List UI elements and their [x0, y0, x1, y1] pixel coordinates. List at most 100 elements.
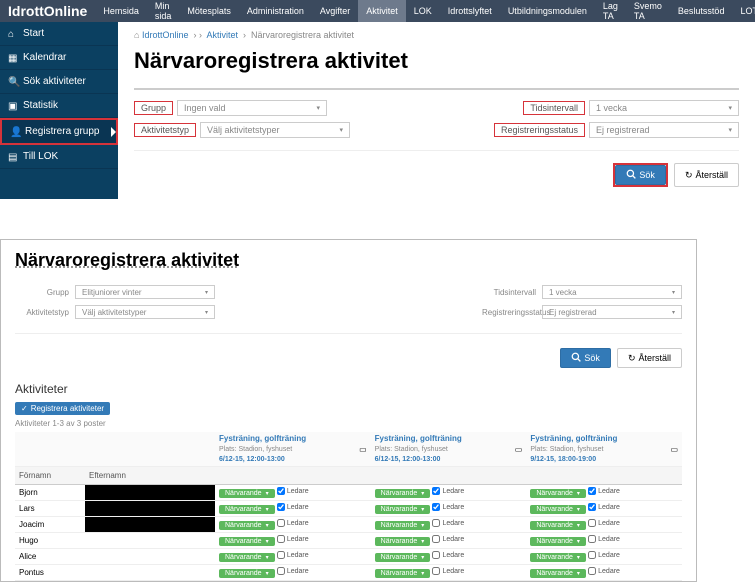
- table-row: JoacimNärvarande LedareNärvarande Ledare…: [15, 517, 682, 533]
- attendance-select[interactable]: Närvarande: [530, 553, 586, 562]
- col-fornamn: Förnamn: [15, 467, 85, 485]
- p2-tidsintervall-select[interactable]: 1 vecka: [542, 285, 682, 299]
- page-title: Närvaroregistrera aktivitet: [134, 48, 739, 74]
- attendance-select[interactable]: Närvarande: [530, 569, 586, 578]
- session-header-1: Fysträning, golfträning Plats: Stadion, …: [215, 432, 355, 467]
- grupp-label: Grupp: [134, 101, 173, 115]
- p2-registreringsstatus-select[interactable]: Ej registrerad: [542, 305, 682, 319]
- search-icon: [626, 169, 636, 181]
- ledare-checkbox[interactable]: [277, 519, 285, 527]
- topnav-hemsida[interactable]: Hemsida: [95, 0, 147, 22]
- topnav-administration[interactable]: Administration: [239, 0, 312, 22]
- attendance-select[interactable]: Närvarande: [219, 505, 275, 514]
- attendance-table: Fysträning, golfträning Plats: Stadion, …: [15, 432, 682, 581]
- ledare-checkbox[interactable]: [277, 551, 285, 559]
- collapse-icon[interactable]: ▭: [359, 445, 367, 454]
- ledare-checkbox[interactable]: [588, 503, 596, 511]
- topnav-svemo ta[interactable]: Svemo TA: [626, 0, 670, 22]
- topnav-min sida[interactable]: Min sida: [147, 0, 180, 22]
- sidebar-item-till-lok[interactable]: ▤Till LOK: [0, 145, 118, 169]
- attendance-select[interactable]: Närvarande: [530, 537, 586, 546]
- result-panel: Närvaroregistrera aktivitet Grupp Elitju…: [0, 239, 697, 582]
- p2-aterstall-button[interactable]: ↻ Återställ: [617, 348, 682, 368]
- ledare-checkbox[interactable]: [432, 487, 440, 495]
- ledare-checkbox[interactable]: [432, 535, 440, 543]
- col-efternamn: Efternamn: [85, 467, 135, 485]
- attendance-select[interactable]: Närvarande: [530, 505, 586, 514]
- ledare-checkbox[interactable]: [588, 551, 596, 559]
- ledare-checkbox[interactable]: [588, 487, 596, 495]
- activities-count: Aktiviteter 1-3 av 3 poster: [15, 419, 682, 428]
- person-fornamn: Pontus: [15, 565, 85, 581]
- table-row: BjornNärvarande LedareNärvarande LedareN…: [15, 485, 682, 501]
- attendance-select[interactable]: Närvarande: [375, 569, 431, 578]
- table-row: AliceNärvarande LedareNärvarande LedareN…: [15, 549, 682, 565]
- ledare-checkbox[interactable]: [432, 551, 440, 559]
- activities-heading: Aktiviteter: [15, 382, 682, 396]
- registreringsstatus-select[interactable]: Ej registrerad: [589, 122, 739, 138]
- registreringsstatus-label: Registreringsstatus: [494, 123, 585, 137]
- attendance-select[interactable]: Närvarande: [219, 569, 275, 578]
- topnav-lag ta[interactable]: Lag TA: [595, 0, 626, 22]
- topnav-lots[interactable]: LOTS: [732, 0, 755, 22]
- person-fornamn: Bjorn: [15, 485, 85, 501]
- topnav-lok[interactable]: LOK: [406, 0, 440, 22]
- p2-grupp-select[interactable]: Elitjuniorer vinter: [75, 285, 215, 299]
- topnav-mötesplats[interactable]: Mötesplats: [179, 0, 239, 22]
- topnav-idrottslyftet[interactable]: Idrottslyftet: [440, 0, 500, 22]
- tidsintervall-select[interactable]: 1 vecka: [589, 100, 739, 116]
- sidebar-item-sök-aktiviteter[interactable]: 🔍Sök aktiviteter: [0, 70, 118, 94]
- collapse-icon[interactable]: ▭: [515, 445, 523, 454]
- ledare-checkbox[interactable]: [588, 535, 596, 543]
- attendance-select[interactable]: Närvarande: [375, 489, 431, 498]
- register-activities-button[interactable]: ✓ Registrera aktiviteter: [15, 402, 110, 415]
- sidebar-icon: ▤: [8, 152, 18, 162]
- sidebar-icon: ▣: [8, 101, 18, 111]
- table-row: HugoNärvarande LedareNärvarande LedareNä…: [15, 533, 682, 549]
- attendance-select[interactable]: Närvarande: [219, 521, 275, 530]
- p2-tidsintervall-label: Tidsintervall: [482, 288, 542, 297]
- attendance-select[interactable]: Närvarande: [375, 537, 431, 546]
- sidebar-item-start[interactable]: ⌂Start: [0, 22, 118, 46]
- ledare-checkbox[interactable]: [432, 503, 440, 511]
- topnav-avgifter[interactable]: Avgifter: [312, 0, 358, 22]
- grupp-select[interactable]: Ingen vald: [177, 100, 327, 116]
- breadcrumb-section[interactable]: Aktivitet: [206, 30, 238, 40]
- topnav-beslutsstöd[interactable]: Beslutsstöd: [670, 0, 733, 22]
- sidebar-item-statistik[interactable]: ▣Statistik: [0, 94, 118, 118]
- ledare-checkbox[interactable]: [432, 567, 440, 575]
- attendance-select[interactable]: Närvarande: [219, 553, 275, 562]
- sidebar-item-registrera-grupp[interactable]: 👤Registrera grupp: [0, 118, 118, 145]
- ledare-checkbox[interactable]: [432, 519, 440, 527]
- attendance-select[interactable]: Närvarande: [530, 521, 586, 530]
- topnav-aktivitet[interactable]: Aktivitet: [358, 0, 406, 22]
- topnav-utbildningsmodulen[interactable]: Utbildningsmodulen: [500, 0, 595, 22]
- sidebar-icon: 👤: [10, 127, 20, 137]
- sidebar-item-kalendrar[interactable]: ▦Kalendrar: [0, 46, 118, 70]
- session-header-2: Fysträning, golfträning Plats: Stadion, …: [371, 432, 511, 467]
- attendance-select[interactable]: Närvarande: [375, 521, 431, 530]
- attendance-select[interactable]: Närvarande: [219, 489, 275, 498]
- top-nav: HemsidaMin sidaMötesplatsAdministrationA…: [95, 0, 755, 22]
- ledare-checkbox[interactable]: [588, 567, 596, 575]
- reset-icon: ↻: [685, 170, 693, 181]
- ledare-checkbox[interactable]: [277, 487, 285, 495]
- attendance-select[interactable]: Närvarande: [530, 489, 586, 498]
- sok-button[interactable]: Sök: [615, 165, 666, 185]
- ledare-checkbox[interactable]: [277, 503, 285, 511]
- attendance-select[interactable]: Närvarande: [375, 505, 431, 514]
- breadcrumb-home[interactable]: IdrottOnline: [142, 30, 189, 40]
- ledare-checkbox[interactable]: [277, 567, 285, 575]
- aterstall-button[interactable]: ↻ Återställ: [674, 163, 739, 187]
- check-icon: ✓: [21, 404, 28, 413]
- attendance-select[interactable]: Närvarande: [219, 537, 275, 546]
- table-row: PontusNärvarande LedareNärvarande Ledare…: [15, 565, 682, 581]
- p2-sok-button[interactable]: Sök: [560, 348, 611, 368]
- attendance-select[interactable]: Närvarande: [375, 553, 431, 562]
- p2-aktivitetstyp-select[interactable]: Välj aktivitetstyper: [75, 305, 215, 319]
- ledare-checkbox[interactable]: [277, 535, 285, 543]
- result-title: Närvaroregistrera aktivitet: [15, 250, 682, 271]
- collapse-icon[interactable]: ▭: [670, 445, 678, 454]
- ledare-checkbox[interactable]: [588, 519, 596, 527]
- aktivitetstyp-select[interactable]: Välj aktivitetstyper: [200, 122, 350, 138]
